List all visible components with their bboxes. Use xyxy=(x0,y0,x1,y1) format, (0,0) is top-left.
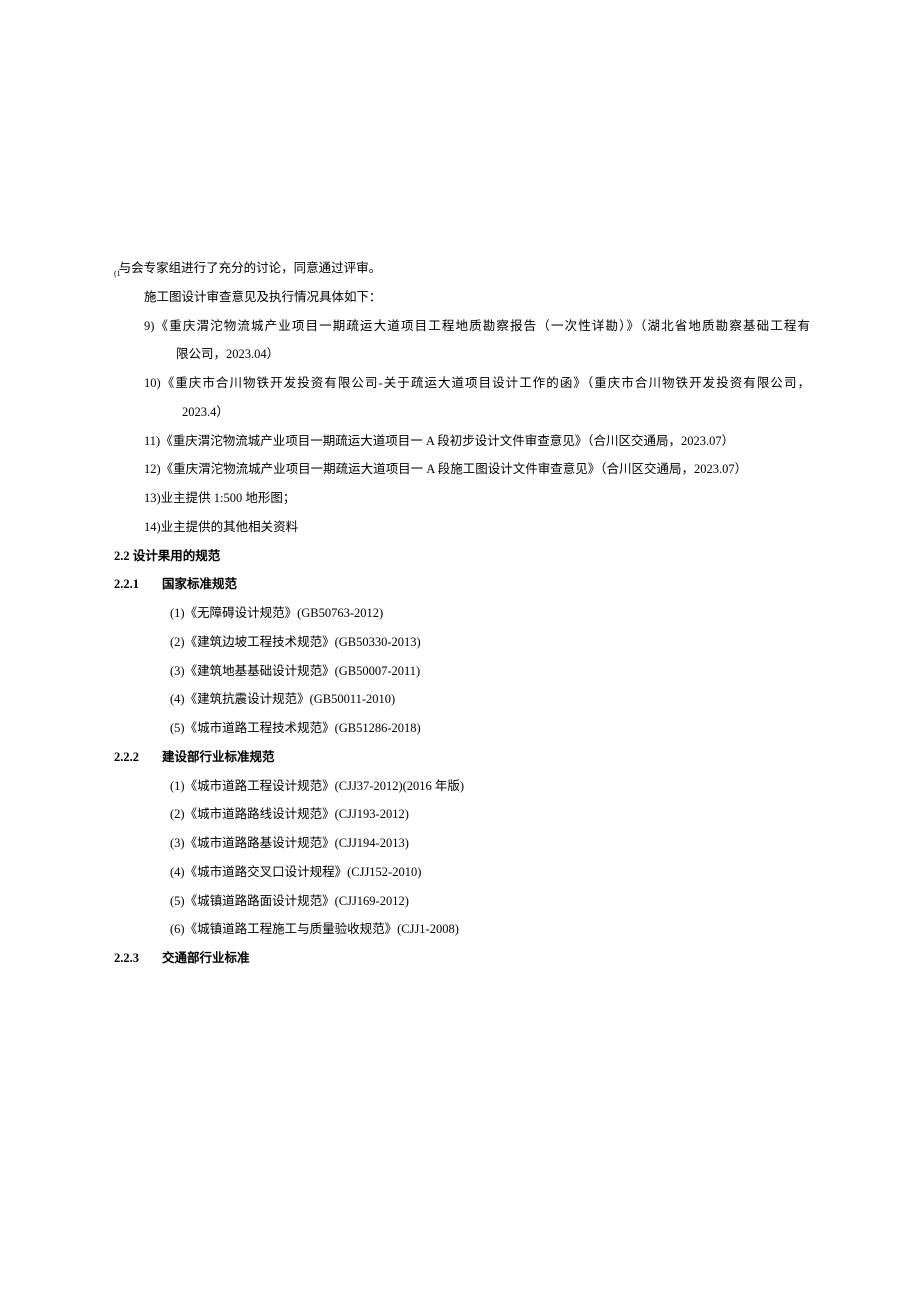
heading-title: 交通部行业标准 xyxy=(162,951,250,965)
heading-title: 建设部行业标准规范 xyxy=(162,750,275,764)
heading-2-2: 2.2 设计果用的规范 xyxy=(114,542,810,571)
numbered-item-10: 10)《重庆市合川物铁开发投资有限公司-关于疏运大道项目设计工作的函》（重庆市合… xyxy=(114,369,810,427)
item-10-line2: 2023.4） xyxy=(144,398,810,427)
numbered-item-9: 9)《重庆渭沱物流城产业项目一期疏运大道项目工程地质勘察报告（一次性详勘）》（湖… xyxy=(114,312,810,370)
intro-paragraph: (1与会专家组进行了充分的讨论，同意通过评审。 xyxy=(114,254,810,283)
heading-2-2-2: 2.2.2建设部行业标准规范 xyxy=(114,743,810,772)
heading-title: 国家标准规范 xyxy=(162,577,237,591)
std-221-1: (1)《无障碍设计规范》(GB50763-2012) xyxy=(114,599,810,628)
std-222-3: (3)《城市道路路基设计规范》(CJJ194-2013) xyxy=(114,829,810,858)
std-221-3: (3)《建筑地基基础设计规范》(GB50007-2011) xyxy=(114,657,810,686)
std-222-6: (6)《城镇道路工程施工与质量验收规范》(CJJ1-2008) xyxy=(114,915,810,944)
heading-2-2-3: 2.2.3交通部行业标准 xyxy=(114,944,810,973)
item-9-line1: 9)《重庆渭沱物流城产业项目一期疏运大道项目工程地质勘察报告（一次性详勘）》（湖… xyxy=(144,312,810,341)
heading-num: 2.2.3 xyxy=(114,944,162,973)
item-10-line1: 10)《重庆市合川物铁开发投资有限公司-关于疏运大道项目设计工作的函》（重庆市合… xyxy=(144,369,810,398)
numbered-item-14: 14)业主提供的其他相关资料 xyxy=(114,513,810,542)
std-221-5: (5)《城市道路工程技术规范》(GB51286-2018) xyxy=(114,714,810,743)
numbered-item-13: 13)业主提供 1:500 地形图； xyxy=(114,484,810,513)
std-221-2: (2)《建筑边坡工程技术规范》(GB50330-2013) xyxy=(114,628,810,657)
exec-intro-line: 施工图设计审查意见及执行情况具体如下： xyxy=(114,283,810,312)
numbered-item-11: 11)《重庆渭沱物流城产业项目一期疏运大道项目一 A 段初步设计文件审查意见》（… xyxy=(114,427,810,456)
item-9-line2: 限公司，2023.04） xyxy=(144,340,810,369)
heading-2-2-1: 2.2.1国家标准规范 xyxy=(114,570,810,599)
std-222-2: (2)《城市道路路线设计规范》(CJJ193-2012) xyxy=(114,800,810,829)
std-221-4: (4)《建筑抗震设计规范》(GB50011-2010) xyxy=(114,685,810,714)
heading-num: 2.2.2 xyxy=(114,743,162,772)
document-page: (1与会专家组进行了充分的讨论，同意通过评审。 施工图设计审查意见及执行情况具体… xyxy=(0,0,920,1301)
std-222-4: (4)《城市道路交叉口设计规程》(CJJ152-2010) xyxy=(114,858,810,887)
std-222-1: (1)《城市道路工程设计规范》(CJJ37-2012)(2016 年版) xyxy=(114,772,810,801)
std-222-5: (5)《城镇道路路面设计规范》(CJJ169-2012) xyxy=(114,887,810,916)
numbered-item-12: 12)《重庆渭沱物流城产业项目一期疏运大道项目一 A 段施工图设计文件审查意见》… xyxy=(114,455,810,484)
intro-text: 与会专家组进行了充分的讨论，同意通过评审。 xyxy=(119,261,382,275)
heading-num: 2.2.1 xyxy=(114,570,162,599)
